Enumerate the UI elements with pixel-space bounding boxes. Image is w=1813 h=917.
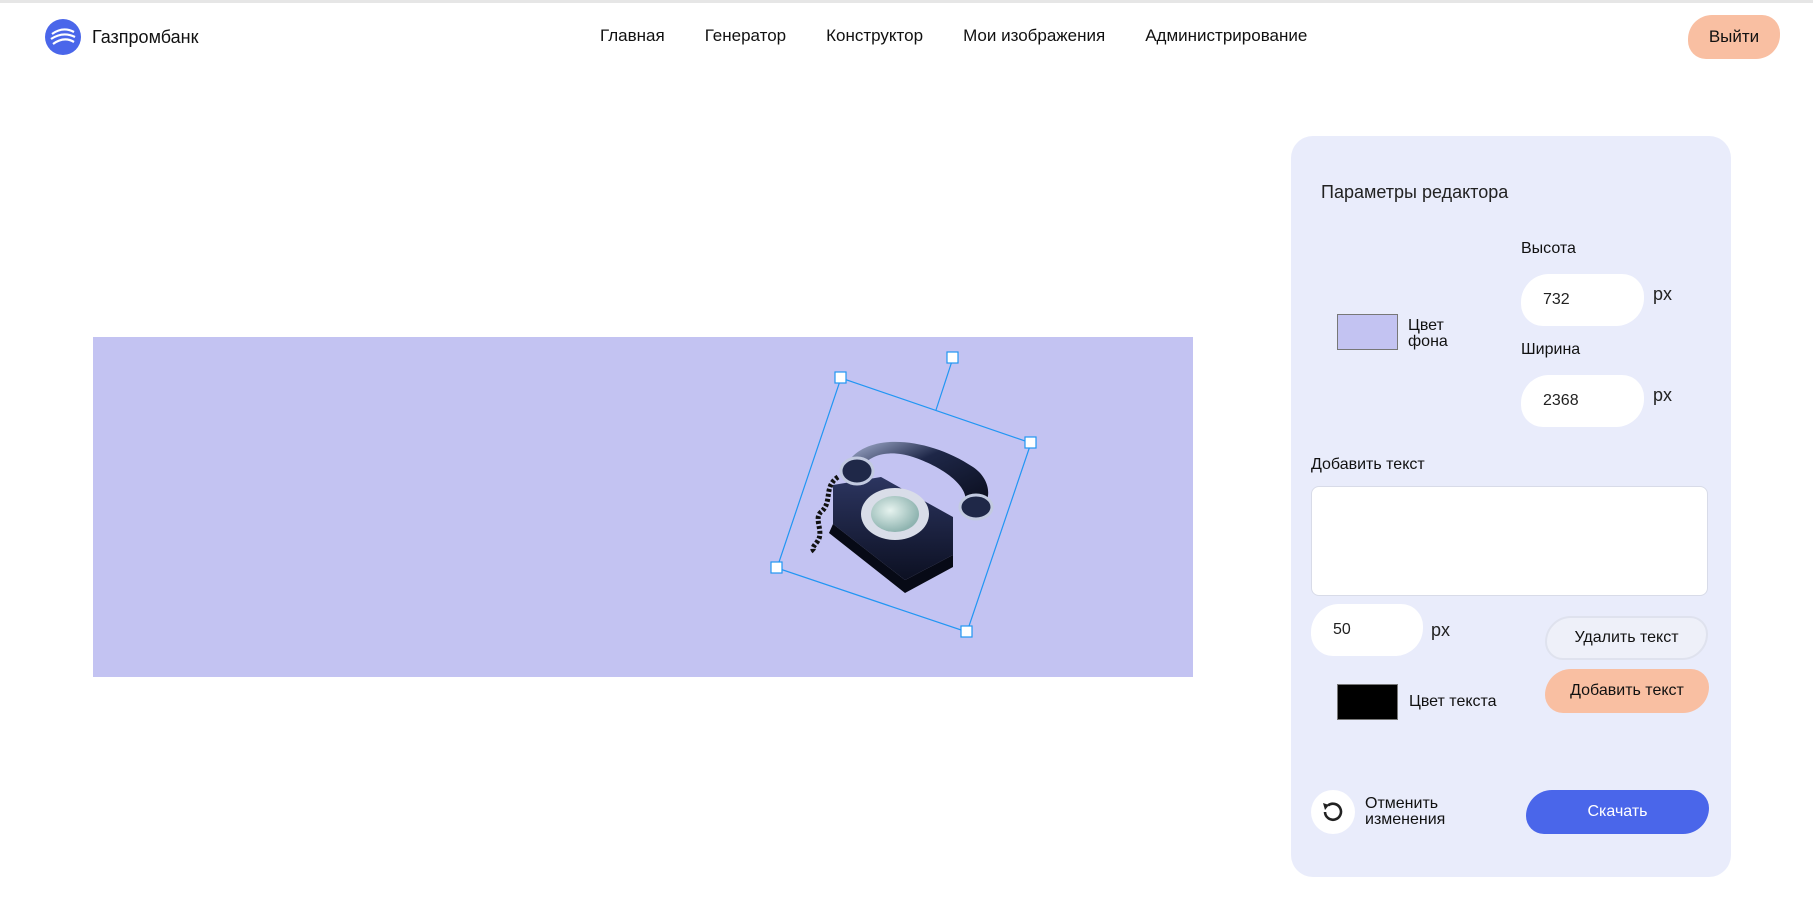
resize-handle-top-right[interactable] <box>1024 436 1037 449</box>
header: Газпромбанк Главная Генератор Конструкто… <box>0 0 1813 74</box>
nav-generator[interactable]: Генератор <box>705 26 786 46</box>
text-input[interactable] <box>1311 486 1708 596</box>
delete-text-button[interactable]: Удалить текст <box>1545 616 1708 660</box>
height-input[interactable] <box>1521 274 1644 326</box>
nav-my-images[interactable]: Мои изображения <box>963 26 1105 46</box>
nav-constructor[interactable]: Конструктор <box>826 26 923 46</box>
nav-administration[interactable]: Администрирование <box>1145 26 1307 46</box>
height-label: Высота <box>1521 240 1576 257</box>
logo[interactable]: Газпромбанк <box>44 18 198 56</box>
resize-handle-bottom-left[interactable] <box>770 561 783 574</box>
canvas-layer <box>770 351 1037 638</box>
font-size-unit: px <box>1431 620 1451 640</box>
add-text-button[interactable]: Добавить текст <box>1545 669 1709 713</box>
editor-canvas[interactable] <box>93 337 1193 677</box>
width-label: Ширина <box>1521 341 1581 358</box>
main-nav: Главная Генератор Конструктор Мои изобра… <box>600 26 1307 46</box>
height-unit: px <box>1653 284 1673 304</box>
width-input[interactable] <box>1521 375 1644 427</box>
background-color-swatch[interactable] <box>1337 314 1398 350</box>
telephone-image[interactable] <box>810 441 994 593</box>
undo-changes-button[interactable]: Отменить изменения <box>1311 790 1465 834</box>
panel-title: Параметры редактора <box>1321 182 1509 202</box>
download-button[interactable]: Скачать <box>1526 790 1709 834</box>
bank-logo-icon <box>45 19 81 55</box>
editor-settings-panel: Параметры редактора Высота px Цвет фона … <box>1291 136 1731 877</box>
font-size-input[interactable] <box>1311 604 1423 656</box>
brand-name: Газпромбанк <box>92 26 199 47</box>
background-color-label: Цвет фона <box>1408 317 1448 350</box>
undo-label: Отменить изменения <box>1365 795 1446 828</box>
add-text-label: Добавить текст <box>1311 456 1425 473</box>
width-unit: px <box>1653 385 1673 405</box>
resize-handle-bottom-right[interactable] <box>960 625 973 638</box>
undo-icon <box>1311 790 1355 834</box>
rotate-handle[interactable] <box>946 351 959 364</box>
text-color-swatch[interactable] <box>1337 684 1398 720</box>
logout-button[interactable]: Выйти <box>1688 15 1780 59</box>
nav-home[interactable]: Главная <box>600 26 665 46</box>
text-color-label: Цвет текста <box>1409 693 1497 710</box>
resize-handle-top-left[interactable] <box>834 371 847 384</box>
